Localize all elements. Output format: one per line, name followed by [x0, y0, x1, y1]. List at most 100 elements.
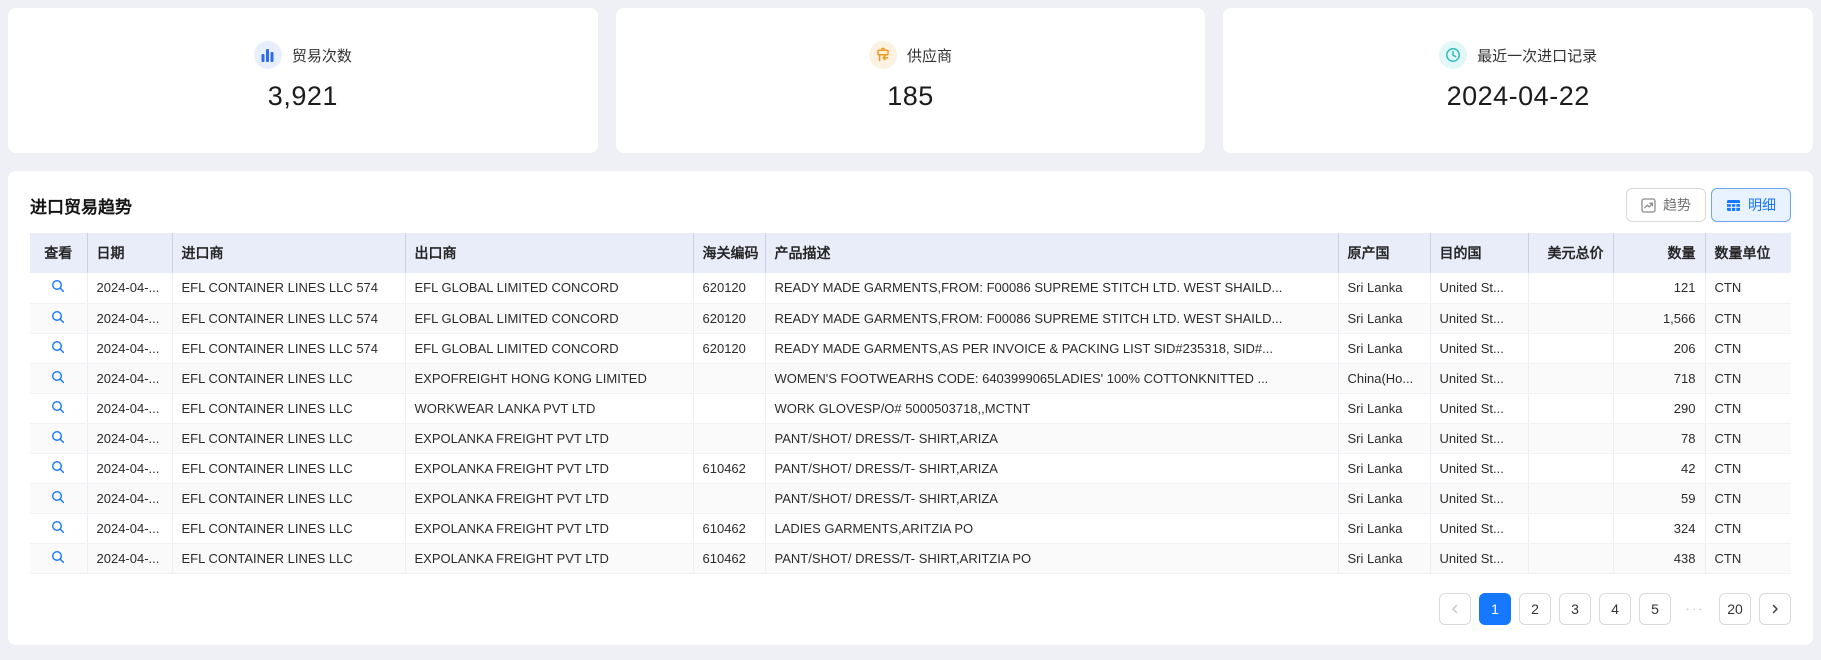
search-icon[interactable] — [51, 370, 65, 384]
search-icon[interactable] — [51, 520, 65, 534]
page-button-20[interactable]: 20 — [1719, 592, 1751, 625]
col-header-importer: 进口商 — [172, 233, 406, 273]
table-row: 2024-04-... EFL CONTAINER LINES LLC 574 … — [30, 273, 1791, 304]
col-header-exporter: 出口商 — [405, 233, 694, 273]
view-cell — [30, 483, 88, 514]
col-header-unit: 数量单位 — [1705, 233, 1791, 273]
search-icon[interactable] — [51, 550, 65, 564]
pagination: 1 2 3 4 5 ··· 20 — [30, 592, 1791, 625]
quantity-cell: 438 — [1613, 543, 1706, 574]
unit-cell: CTN — [1705, 483, 1791, 514]
page-button-3[interactable]: 3 — [1559, 592, 1591, 625]
trend-chart-icon — [1641, 197, 1656, 213]
table-row: 2024-04-... EFL CONTAINER LINES LLC EXPO… — [30, 513, 1791, 544]
next-page-button[interactable] — [1759, 592, 1791, 625]
importer-cell: EFL CONTAINER LINES LLC — [172, 543, 406, 574]
view-cell — [30, 513, 88, 544]
view-cell — [30, 453, 88, 484]
col-header-description: 产品描述 — [765, 233, 1339, 273]
stat-card-label: 供应商 — [907, 47, 953, 65]
importer-cell: EFL CONTAINER LINES LLC — [172, 483, 406, 514]
trend-view-button[interactable]: 趋势 — [1626, 188, 1706, 222]
exporter-cell: EXPOFREIGHT HONG KONG LIMITED — [405, 363, 694, 394]
date-cell: 2024-04-... — [87, 423, 173, 454]
usd-total-cell — [1528, 363, 1614, 394]
date-cell: 2024-04-... — [87, 513, 173, 544]
search-icon[interactable] — [51, 340, 65, 354]
search-icon[interactable] — [51, 490, 65, 504]
hs-code-cell: 620120 — [693, 273, 766, 304]
exporter-cell: EFL GLOBAL LIMITED CONCORD — [405, 333, 694, 364]
import-trend-panel: 进口贸易趋势 趋势 明细 查看 日期 进口商 出口商 海关编码 产品描述 原产国… — [8, 171, 1813, 645]
origin-country-cell: Sri Lanka — [1338, 483, 1431, 514]
stat-card-trade-count: 贸易次数 3,921 — [8, 8, 598, 153]
col-header-hs-code: 海关编码 — [693, 233, 766, 273]
table-row: 2024-04-... EFL CONTAINER LINES LLC EXPO… — [30, 483, 1791, 514]
unit-cell: CTN — [1705, 513, 1791, 544]
destination-country-cell: United St... — [1430, 273, 1529, 304]
page-button-1[interactable]: 1 — [1479, 592, 1511, 625]
unit-cell: CTN — [1705, 393, 1791, 424]
quantity-cell: 59 — [1613, 483, 1706, 514]
quantity-cell: 718 — [1613, 363, 1706, 394]
destination-country-cell: United St... — [1430, 453, 1529, 484]
search-icon[interactable] — [51, 460, 65, 474]
table-row: 2024-04-... EFL CONTAINER LINES LLC 574 … — [30, 333, 1791, 364]
origin-country-cell: Sri Lanka — [1338, 273, 1431, 304]
view-cell — [30, 423, 88, 454]
destination-country-cell: United St... — [1430, 393, 1529, 424]
stat-cards: 贸易次数 3,921 供应商 185 最近一次进口记录 2024-04-22 — [8, 8, 1814, 153]
destination-country-cell: United St... — [1430, 423, 1529, 454]
page-button-4[interactable]: 4 — [1599, 592, 1631, 625]
search-icon[interactable] — [51, 430, 65, 444]
col-header-quantity: 数量 — [1613, 233, 1706, 273]
unit-cell: CTN — [1705, 303, 1791, 334]
description-cell: READY MADE GARMENTS,AS PER INVOICE & PAC… — [765, 333, 1339, 364]
hs-code-cell — [693, 423, 766, 454]
importer-cell: EFL CONTAINER LINES LLC 574 — [172, 303, 406, 334]
prev-page-button[interactable] — [1439, 592, 1471, 625]
view-cell — [30, 363, 88, 394]
trade-records-table: 查看 日期 进口商 出口商 海关编码 产品描述 原产国 目的国 美元总价 数量 … — [30, 233, 1791, 574]
table-body: 2024-04-... EFL CONTAINER LINES LLC 574 … — [30, 273, 1791, 574]
col-header-origin: 原产国 — [1338, 233, 1431, 273]
page-button-2[interactable]: 2 — [1519, 592, 1551, 625]
stat-card-label: 贸易次数 — [291, 47, 352, 65]
date-cell: 2024-04-... — [87, 483, 173, 514]
exporter-cell: EXPOLANKA FREIGHT PVT LTD — [405, 423, 694, 454]
search-icon[interactable] — [51, 310, 65, 324]
unit-cell: CTN — [1705, 423, 1791, 454]
search-icon[interactable] — [51, 279, 65, 293]
stat-card-head: 贸易次数 — [253, 41, 352, 69]
stat-card-label: 最近一次进口记录 — [1477, 47, 1598, 65]
table-row: 2024-04-... EFL CONTAINER LINES LLC EXPO… — [30, 543, 1791, 574]
detail-view-label: 明细 — [1748, 197, 1776, 213]
importer-cell: EFL CONTAINER LINES LLC — [172, 423, 406, 454]
view-cell — [30, 393, 88, 424]
date-cell: 2024-04-... — [87, 393, 173, 424]
destination-country-cell: United St... — [1430, 543, 1529, 574]
description-cell: READY MADE GARMENTS,FROM: F00086 SUPREME… — [765, 303, 1339, 334]
quantity-cell: 1,566 — [1613, 303, 1706, 334]
stat-card-suppliers: 供应商 185 — [615, 8, 1206, 153]
date-cell: 2024-04-... — [87, 333, 173, 364]
description-cell: PANT/SHOT/ DRESS/T- SHIRT,ARIZA — [765, 423, 1339, 454]
quantity-cell: 78 — [1613, 423, 1706, 454]
importer-cell: EFL CONTAINER LINES LLC — [172, 363, 406, 394]
detail-view-button[interactable]: 明细 — [1711, 188, 1791, 222]
date-cell: 2024-04-... — [87, 273, 173, 304]
search-icon[interactable] — [51, 400, 65, 414]
col-header-destination: 目的国 — [1430, 233, 1529, 273]
description-cell: WOMEN'S FOOTWEARHS CODE: 6403999065LADIE… — [765, 363, 1339, 394]
col-header-view: 查看 — [30, 233, 88, 273]
col-header-date: 日期 — [87, 233, 173, 273]
hs-code-cell — [693, 393, 766, 424]
importer-cell: EFL CONTAINER LINES LLC — [172, 513, 406, 544]
description-cell: PANT/SHOT/ DRESS/T- SHIRT,ARIZA — [765, 453, 1339, 484]
exporter-cell: EFL GLOBAL LIMITED CONCORD — [405, 303, 694, 334]
unit-cell: CTN — [1705, 543, 1791, 574]
destination-country-cell: United St... — [1430, 513, 1529, 544]
page-button-5[interactable]: 5 — [1639, 592, 1671, 625]
stat-card-value: 3,921 — [267, 81, 338, 111]
usd-total-cell — [1528, 303, 1614, 334]
